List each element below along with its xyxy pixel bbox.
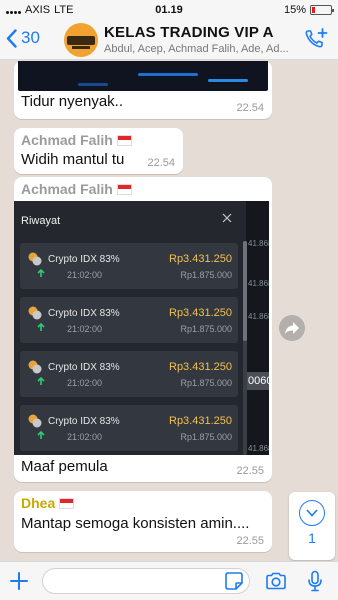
message-text: Mantap semoga konsisten amin....	[21, 515, 250, 532]
history-title: Riwayat	[21, 215, 61, 227]
avatar-logo-underline	[72, 46, 90, 49]
status-right: 15%	[283, 4, 334, 16]
group-avatar[interactable]	[64, 23, 98, 57]
back-button[interactable]: 30	[6, 28, 40, 48]
price-label: 41.868	[248, 279, 269, 288]
status-bar: AXIS LTE 01.19 15%	[0, 0, 338, 20]
scroll-down-circle	[299, 500, 325, 526]
trade-asset: Crypto IDX 83%	[48, 308, 120, 319]
up-arrow-icon	[37, 323, 45, 331]
current-price-box: 0060	[246, 372, 269, 390]
message-text: Maaf pemula	[21, 458, 108, 475]
unread-chats-count: 30	[21, 28, 40, 47]
sticker-icon[interactable]	[224, 571, 244, 591]
keyboard-light	[138, 73, 198, 76]
trade-card[interactable]: Crypto IDX 83% 21:02:00 Rp3.431.250 Rp1.…	[20, 243, 238, 289]
trade-payout: Rp3.431.250	[169, 361, 232, 373]
trade-payout: Rp3.431.250	[169, 307, 232, 319]
chat-header: 30 KELAS TRADING VIP A Abdul, Acep, Achm…	[0, 20, 338, 60]
chat-area[interactable]: Tidur nyenyak.. 22.54 Achmad Falih Widih…	[0, 61, 338, 561]
trade-amount: Rp1.875.000	[180, 432, 232, 442]
trade-payout: Rp3.431.250	[169, 415, 232, 427]
up-arrow-icon	[37, 377, 45, 385]
sender-name[interactable]: Achmad Falih	[21, 181, 132, 197]
trade-time: 21:02:00	[67, 432, 103, 442]
price-label: 41.868	[248, 239, 269, 248]
scroll-down-button[interactable]: 1	[289, 492, 335, 560]
message-text: Tidur nyenyak..	[21, 93, 123, 110]
avatar-logo-band	[67, 36, 95, 45]
sender-label: Achmad Falih	[21, 132, 113, 148]
indonesia-flag-icon	[116, 134, 132, 146]
sender-label: Achmad Falih	[21, 181, 113, 197]
crypto-coin-icon	[28, 252, 42, 266]
battery-icon	[310, 5, 334, 15]
unread-count: 1	[308, 530, 316, 546]
message-time: 22.55	[236, 535, 264, 547]
keyboard-light	[78, 83, 108, 86]
sender-name[interactable]: Dhea	[21, 495, 75, 511]
trade-asset: Crypto IDX 83%	[48, 254, 120, 265]
price-label: 41.868	[248, 444, 269, 453]
trade-amount: Rp1.875.000	[180, 270, 232, 280]
forward-button[interactable]	[279, 315, 305, 341]
trade-time: 21:02:00	[67, 324, 103, 334]
message-time: 22.55	[236, 465, 264, 477]
sender-name[interactable]: Achmad Falih	[21, 132, 132, 148]
trade-asset: Crypto IDX 83%	[48, 416, 120, 427]
image-preview[interactable]	[18, 61, 268, 91]
indonesia-flag-icon	[59, 497, 75, 509]
message-time: 22.54	[147, 157, 175, 169]
trade-history-screenshot[interactable]: Riwayat 41.868 41.868 41.868 41.868 0060…	[14, 201, 269, 455]
back-chevron-icon	[6, 28, 17, 48]
trade-card[interactable]: Crypto IDX 83% 21:02:00 Rp3.431.250 Rp1.…	[20, 297, 238, 343]
crypto-coin-icon	[28, 360, 42, 374]
trade-card[interactable]: Crypto IDX 83% 21:02:00 Rp3.431.250 Rp1.…	[20, 405, 238, 451]
chevron-down-icon	[306, 509, 318, 517]
input-bar	[0, 561, 338, 600]
trade-time: 21:02:00	[67, 270, 103, 280]
trade-amount: Rp1.875.000	[180, 324, 232, 334]
sender-label: Dhea	[21, 495, 56, 511]
up-arrow-icon	[37, 431, 45, 439]
trade-asset: Crypto IDX 83%	[48, 362, 120, 373]
close-icon	[222, 213, 232, 223]
forward-icon	[285, 322, 299, 334]
up-arrow-icon	[37, 269, 45, 277]
crypto-coin-icon	[28, 414, 42, 428]
mic-icon[interactable]	[307, 570, 323, 592]
camera-icon[interactable]	[265, 572, 287, 590]
indonesia-flag-icon	[116, 183, 132, 195]
message-bubble[interactable]: Dhea Mantap semoga konsisten amin.... 22…	[14, 491, 272, 552]
add-call-button[interactable]	[304, 28, 328, 55]
message-time: 22.54	[236, 102, 264, 114]
price-label: 41.868	[248, 312, 269, 321]
trade-amount: Rp1.875.000	[180, 378, 232, 388]
battery-fill	[312, 7, 315, 13]
message-input[interactable]	[42, 568, 250, 594]
message-bubble[interactable]: Achmad Falih Widih mantul tu 22.54	[14, 128, 183, 174]
plus-icon[interactable]	[9, 571, 29, 591]
group-members[interactable]: Abdul, Acep, Achmad Falih, Ade, Ad...	[104, 43, 294, 55]
add-call-icon	[305, 28, 328, 48]
crypto-coin-icon	[28, 306, 42, 320]
keyboard-light	[208, 79, 248, 82]
trade-payout: Rp3.431.250	[169, 253, 232, 265]
message-text: Widih mantul tu	[21, 151, 125, 168]
group-name[interactable]: KELAS TRADING VIP A	[104, 24, 274, 41]
history-scrollbar-thumb[interactable]	[243, 241, 247, 341]
trade-time: 21:02:00	[67, 378, 103, 388]
battery-percent: 15%	[283, 4, 306, 16]
trade-card[interactable]: Crypto IDX 83% 21:02:00 Rp3.431.250 Rp1.…	[20, 351, 238, 397]
message-bubble[interactable]: Tidur nyenyak.. 22.54	[14, 61, 272, 119]
